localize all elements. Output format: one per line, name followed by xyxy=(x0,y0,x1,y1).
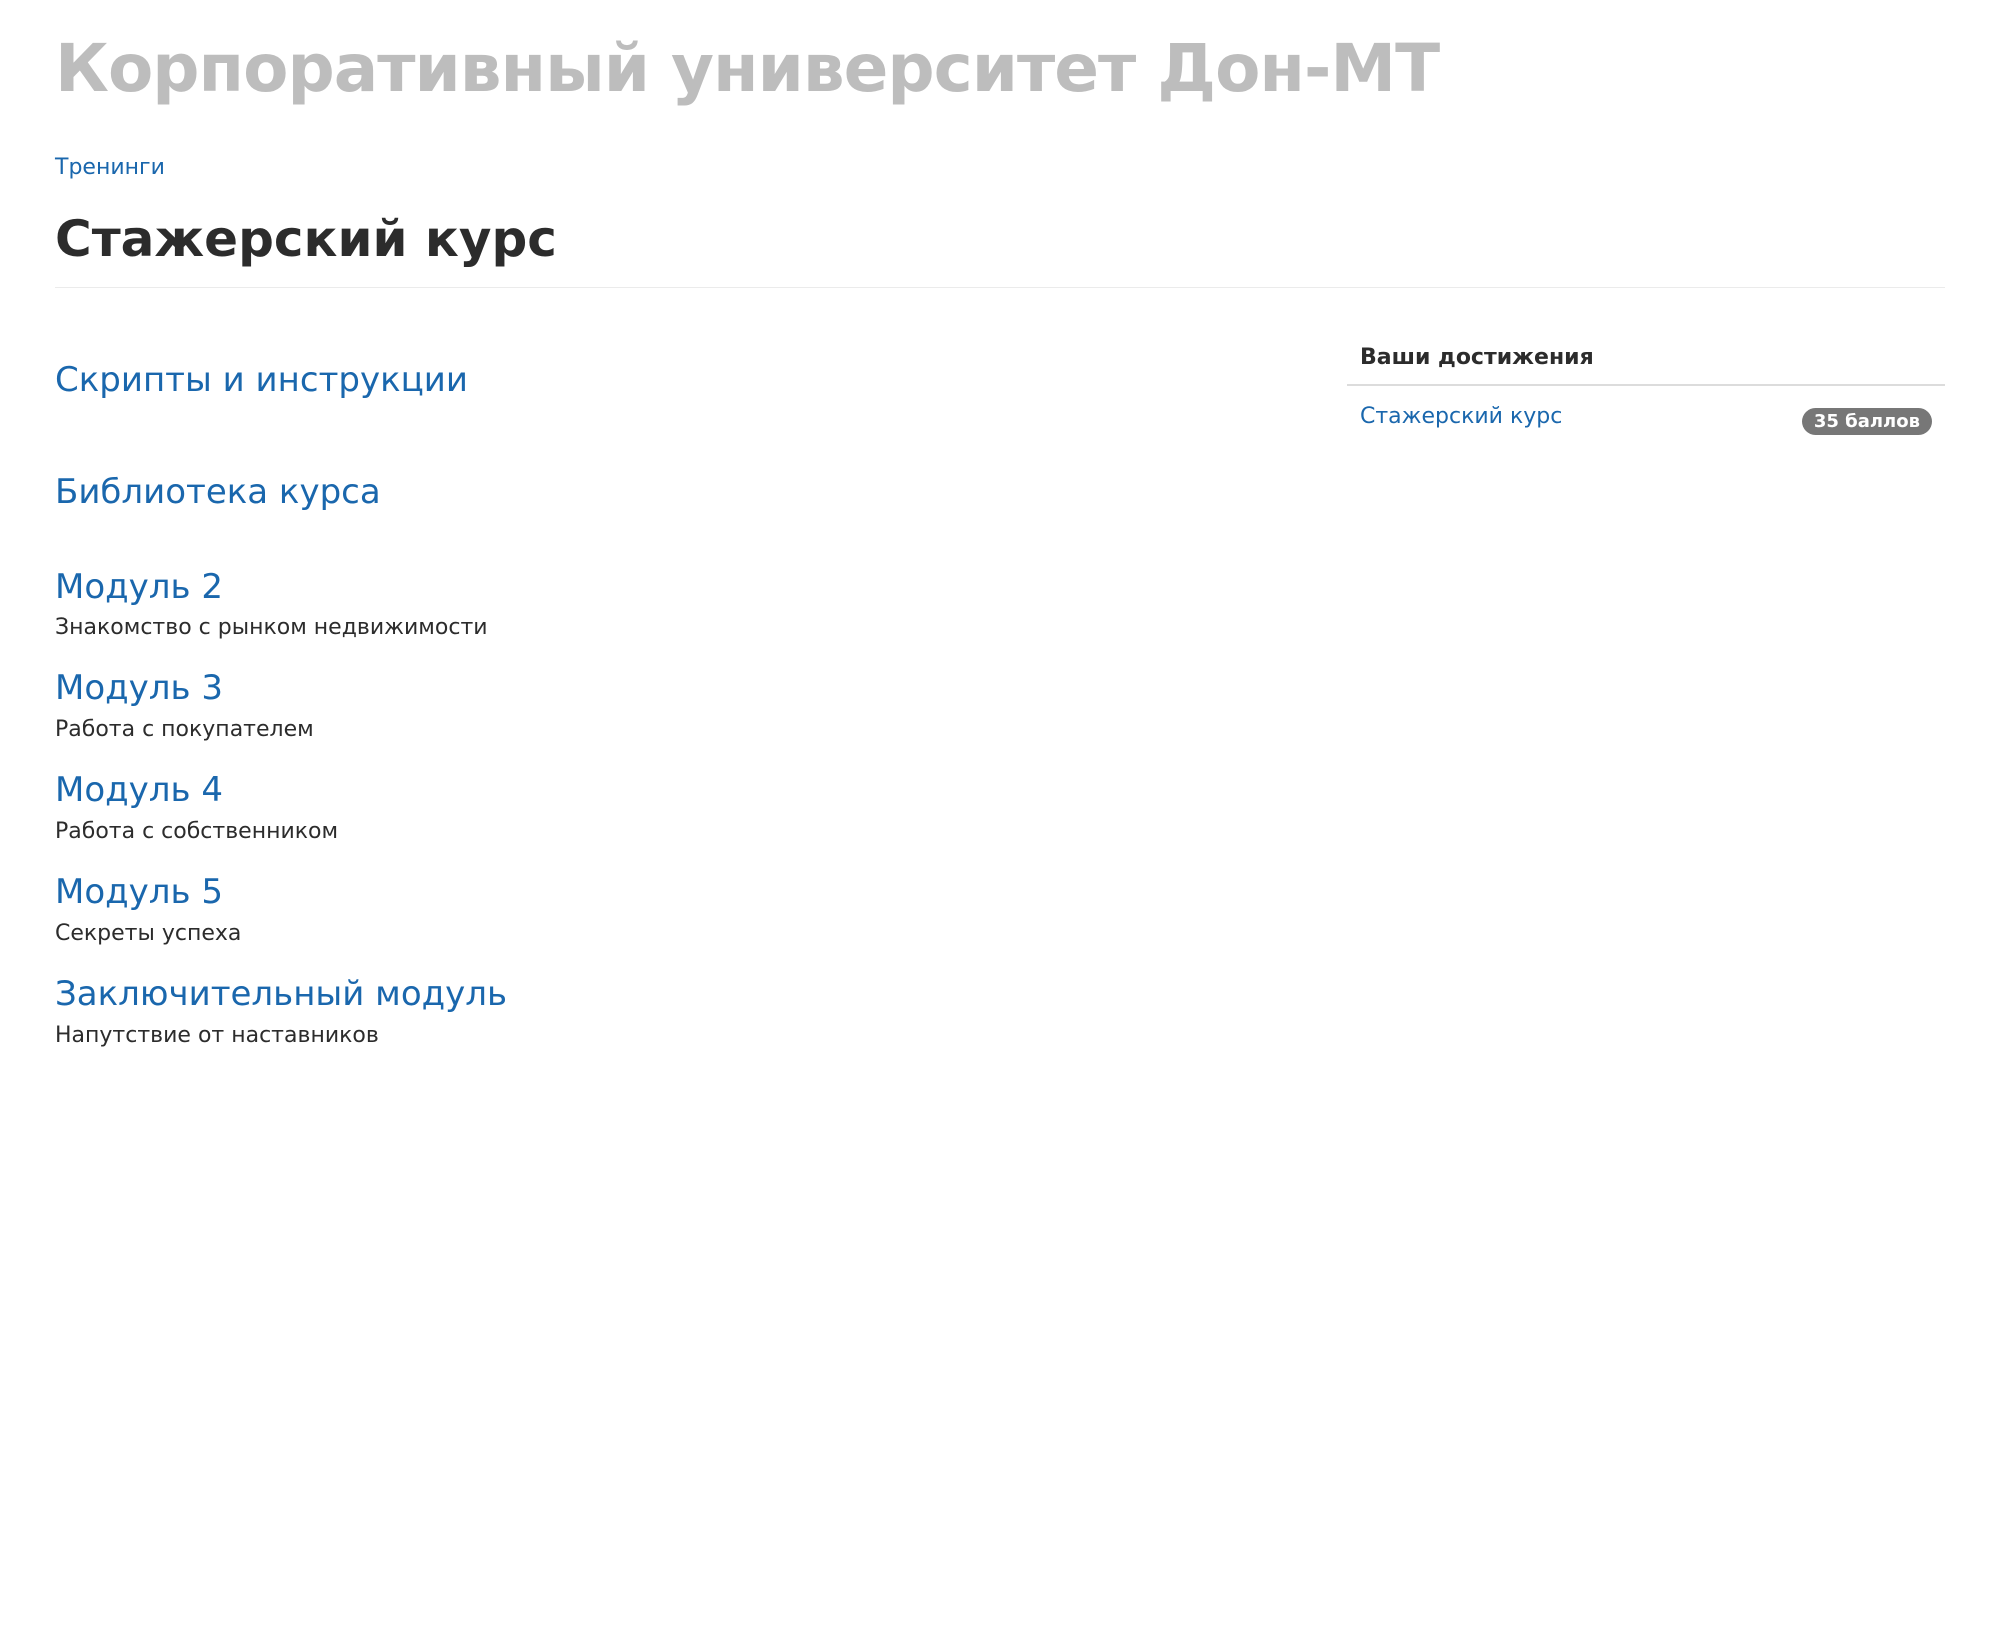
section-link-scripts[interactable]: Скрипты и инструкции xyxy=(55,360,1255,401)
section-module-2: Модуль 2 Знакомство с рынком недвижимост… xyxy=(55,567,1255,641)
page-title: Стажерский курс xyxy=(55,210,557,268)
course-sections: Скрипты и инструкции Библиотека курса Мо… xyxy=(55,360,1255,1048)
section-subtitle-module-2: Знакомство с рынком недвижимости xyxy=(55,615,488,641)
section-subtitle-module-3: Работа с покупателем xyxy=(55,717,314,743)
section-link-final-module[interactable]: Заключительный модуль xyxy=(55,974,1255,1015)
achievements-heading: Ваши достижения xyxy=(1347,345,1945,386)
page: Корпоративный университет Дон-МТ Тренинг… xyxy=(0,0,2000,1635)
points-badge: 35 баллов xyxy=(1801,408,1932,435)
section-subtitle-module-4: Работа с собственником xyxy=(55,818,339,844)
section-scripts: Скрипты и инструкции xyxy=(55,360,1255,401)
title-divider xyxy=(55,287,1945,288)
section-library: Библиотека курса xyxy=(55,472,1255,513)
section-module-3: Модуль 3 Работа с покупателем xyxy=(55,668,1255,742)
section-link-module-4[interactable]: Модуль 4 xyxy=(55,770,1255,811)
section-subtitle-module-5: Секреты успеха xyxy=(55,920,242,946)
achievement-row: Стажерский курс 35 баллов xyxy=(1347,386,1945,446)
site-title[interactable]: Корпоративный университет Дон-МТ xyxy=(55,30,1440,107)
section-link-module-5[interactable]: Модуль 5 xyxy=(55,872,1255,913)
breadcrumb-trainings[interactable]: Тренинги xyxy=(55,155,165,180)
section-final-module: Заключительный модуль Напутствие от наст… xyxy=(55,974,1255,1048)
section-subtitle-final-module: Напутствие от наставников xyxy=(55,1022,379,1048)
achievement-course-link[interactable]: Стажерский курс xyxy=(1360,404,1562,429)
section-link-module-3[interactable]: Модуль 3 xyxy=(55,668,1255,709)
section-link-library[interactable]: Библиотека курса xyxy=(55,472,1255,513)
section-link-module-2[interactable]: Модуль 2 xyxy=(55,567,1255,608)
section-module-5: Модуль 5 Секреты успеха xyxy=(55,872,1255,946)
achievements-panel: Ваши достижения Стажерский курс 35 балло… xyxy=(1347,345,1945,446)
section-module-4: Модуль 4 Работа с собственником xyxy=(55,770,1255,844)
